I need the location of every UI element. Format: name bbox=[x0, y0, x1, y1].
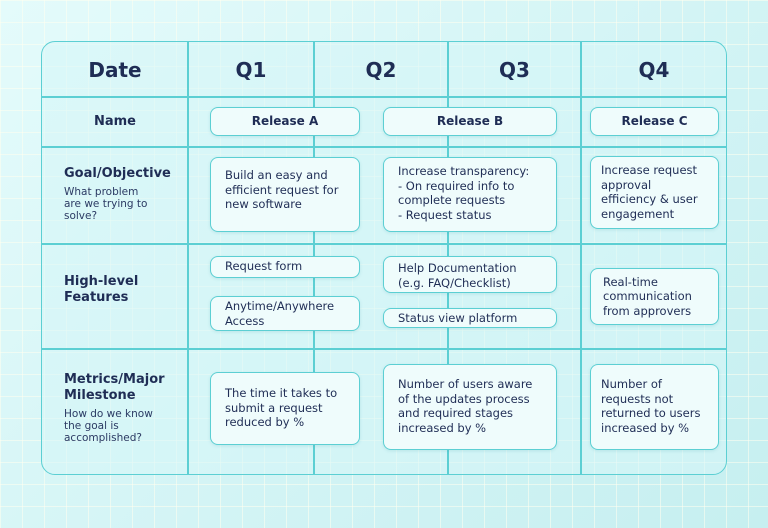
column-divider bbox=[580, 42, 582, 474]
quarter-header-q1: Q1 bbox=[235, 57, 267, 82]
release-a-name-card: Release A bbox=[210, 107, 360, 136]
release-c-goal-card: Increase request approval efficiency & u… bbox=[590, 156, 719, 229]
date-header: Date bbox=[88, 57, 142, 82]
row-title: Goal/Objective bbox=[64, 166, 171, 181]
release-a-goal-card: Build an easy and efficient request for … bbox=[210, 157, 360, 232]
quarter-header-q2: Q2 bbox=[365, 57, 397, 82]
row-subtitle: How do we know the goal is accomplished? bbox=[64, 408, 153, 444]
row-label-metrics: Metrics/Major Milestone How do we know t… bbox=[42, 372, 188, 444]
goal-line: - Request status bbox=[398, 207, 492, 222]
row-title: Metrics/Major Milestone bbox=[64, 372, 165, 403]
release-a-feature-card: Anytime/Anywhere Access bbox=[210, 296, 360, 331]
row-title: Name bbox=[93, 114, 136, 129]
row-divider bbox=[42, 146, 726, 148]
quarter-header-q4: Q4 bbox=[638, 57, 670, 82]
release-b-feature-card: Status view platform bbox=[383, 308, 557, 328]
release-b-goal-card: Increase transparency: - On required inf… bbox=[383, 157, 557, 232]
release-c-feature-card: Real-time communication from approvers bbox=[590, 268, 719, 325]
row-title: High-level Features bbox=[64, 274, 139, 305]
row-label-goal: Goal/Objective What problem are we tryin… bbox=[42, 166, 188, 222]
roadmap-board: Date Q1 Q2 Q3 Q4 Name Goal/Objective Wha… bbox=[41, 41, 727, 475]
goal-line: Increase transparency: bbox=[398, 164, 530, 178]
release-b-metric-card: Number of users aware of the updates pro… bbox=[383, 364, 557, 450]
release-a-metric-card: The time it takes to submit a request re… bbox=[210, 372, 360, 445]
row-label-name: Name bbox=[42, 114, 188, 130]
row-divider bbox=[42, 348, 726, 350]
release-a-feature-card: Request form bbox=[210, 256, 360, 278]
quarter-header-q3: Q3 bbox=[499, 57, 530, 82]
row-label-features: High-level Features bbox=[42, 274, 188, 306]
row-subtitle: What problem are we trying to solve? bbox=[64, 186, 148, 222]
release-b-name-card: Release B bbox=[383, 107, 557, 136]
release-c-name-card: Release C bbox=[590, 107, 719, 136]
release-b-feature-card: Help Documentation (e.g. FAQ/Checklist) bbox=[383, 256, 557, 293]
row-divider bbox=[42, 243, 726, 245]
release-c-metric-card: Number of requests not returned to users… bbox=[590, 364, 719, 450]
goal-line: - On required info to complete requests bbox=[398, 178, 515, 208]
